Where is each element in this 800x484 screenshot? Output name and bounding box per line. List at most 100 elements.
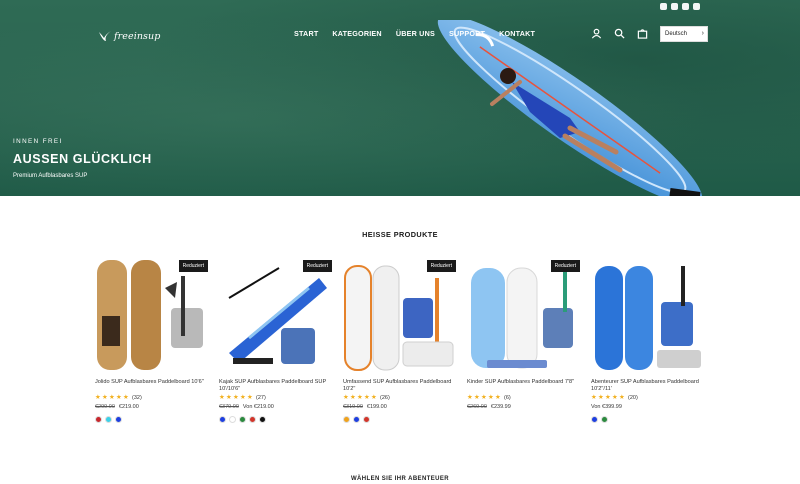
color-swatch-orange[interactable] (343, 416, 350, 423)
star-icon: ★ (371, 394, 377, 401)
nav-start[interactable]: START (294, 29, 318, 38)
nav-support[interactable]: SUPPORT (449, 29, 485, 38)
hero-subtitle: Premium Aufblasbares SUP (13, 173, 88, 179)
hero-paddleboard-image (437, 20, 703, 196)
product-thumbnail (595, 266, 701, 370)
sale-price: Von €399.99 (591, 404, 622, 410)
site-logo[interactable]: freeinsup (98, 29, 160, 43)
product-card[interactable]: Reduziert Kajak SUP Aufblasbares Paddelb… (219, 258, 334, 423)
product-card[interactable]: Reduziert Jolido SUP Aufblasbares Paddel… (95, 258, 210, 423)
hero-copy: INNEN FREI AUSSEN GLÜCKLICH Premium Aufb… (13, 138, 152, 179)
star-icon: ★ (226, 394, 232, 401)
sale-badge: Reduziert (550, 260, 580, 272)
color-swatches (343, 416, 458, 423)
star-icon: ★ (116, 394, 122, 401)
color-swatch-white[interactable] (229, 416, 236, 423)
account-icon[interactable] (591, 28, 602, 39)
rating-count: (6) (504, 395, 511, 401)
product-name[interactable]: Kinder SUP Aufblasbares Paddelboard 7'8" (467, 379, 582, 393)
logo-text: freeinsup (114, 30, 161, 42)
color-swatches (95, 416, 210, 423)
rating-count: (26) (380, 395, 390, 401)
product-rating: ★ ★ ★ ★ ★ (26) (343, 394, 458, 401)
sale-price: Von €219.00 (242, 404, 274, 410)
product-image[interactable]: Reduziert (467, 258, 582, 373)
old-price: €299.00 (95, 404, 115, 410)
logo-wave-icon (99, 31, 111, 41)
star-icon: ★ (474, 394, 480, 401)
star-icon: ★ (364, 394, 370, 401)
star-icon: ★ (619, 394, 625, 401)
product-grid: Reduziert Jolido SUP Aufblasbares Paddel… (95, 258, 706, 423)
language-selector[interactable]: Deutsch › (660, 26, 708, 42)
rating-count: (27) (256, 395, 266, 401)
sale-badge: Reduziert (178, 260, 208, 272)
product-card[interactable]: Reduziert Kinder SUP Aufblasbares Paddel… (467, 258, 582, 423)
color-swatch-red[interactable] (249, 416, 256, 423)
hero-banner: freeinsup START KATEGORIEN ÜBER UNS SUPP… (0, 0, 800, 196)
pinterest-icon[interactable] (693, 3, 700, 10)
star-icon: ★ (95, 394, 101, 401)
product-name[interactable]: Kajak SUP Aufblasbares Paddelboard SUP 1… (219, 379, 334, 393)
product-name[interactable]: Abenteurer SUP Aufblasbares Paddelboard … (591, 379, 706, 393)
color-swatch-blue[interactable] (591, 416, 598, 423)
product-rating: ★ ★ ★ ★ ★ (6) (467, 394, 582, 401)
star-icon: ★ (357, 394, 363, 401)
star-icon: ★ (598, 394, 604, 401)
product-name[interactable]: Jolido SUP Aufblasbares Paddelboard 10'6… (95, 379, 210, 393)
youtube-icon[interactable] (682, 3, 689, 10)
product-card[interactable]: Abenteurer SUP Aufblasbares Paddelboard … (591, 258, 706, 423)
product-name[interactable]: Umfassend SUP Aufblasbares Paddelboard 1… (343, 379, 458, 393)
cart-icon[interactable] (637, 28, 648, 39)
old-price: €269.00 (467, 404, 487, 410)
color-swatch-blue[interactable] (115, 416, 122, 423)
color-swatch-blue[interactable] (353, 416, 360, 423)
header-icons (591, 28, 648, 39)
star-icon: ★ (467, 394, 473, 401)
section-title-choose-adventure: WÄHLEN SIE IHR ABENTEUER (350, 476, 450, 482)
section-title-hot-products: HEISSE PRODUKTE (362, 230, 438, 239)
product-thumbnail (344, 265, 454, 371)
star-icon: ★ (343, 394, 349, 401)
product-thumbnail (228, 267, 327, 364)
color-swatch-blue[interactable] (219, 416, 226, 423)
rating-count: (20) (628, 395, 638, 401)
color-swatch-cyan[interactable] (105, 416, 112, 423)
product-price: €319.00 €199.00 (343, 404, 458, 410)
product-rating: ★ ★ ★ ★ ★ (27) (219, 394, 334, 401)
product-thumbnail (471, 266, 573, 369)
chevron-right-icon: › (701, 30, 704, 37)
sale-price: €219.00 (118, 404, 139, 410)
hero-headline: AUSSEN GLÜCKLICH (13, 152, 152, 166)
color-swatch-red[interactable] (363, 416, 370, 423)
color-swatch-green[interactable] (239, 416, 246, 423)
language-label: Deutsch (665, 31, 688, 37)
search-icon[interactable] (614, 28, 625, 39)
rating-count: (32) (132, 395, 142, 401)
sale-price: €199.00 (366, 404, 387, 410)
star-icon: ★ (350, 394, 356, 401)
product-price: €299.00 €219.00 (95, 404, 210, 410)
instagram-icon[interactable] (660, 3, 667, 10)
star-icon: ★ (591, 394, 597, 401)
color-swatch-red[interactable] (95, 416, 102, 423)
old-price: €319.00 (343, 404, 363, 410)
color-swatch-green[interactable] (601, 416, 608, 423)
star-icon: ★ (109, 394, 115, 401)
product-price: €379.00 Von €219.00 (219, 404, 334, 410)
product-image[interactable]: Reduziert (219, 258, 334, 373)
nav-kategorien[interactable]: KATEGORIEN (332, 29, 381, 38)
product-image[interactable]: Reduziert (95, 258, 210, 373)
star-icon: ★ (612, 394, 618, 401)
color-swatches (219, 416, 334, 423)
product-rating: ★ ★ ★ ★ ★ (20) (591, 394, 706, 401)
star-icon: ★ (247, 394, 253, 401)
product-card[interactable]: Reduziert Umfassend SUP Aufblasbares Pad… (343, 258, 458, 423)
color-swatch-black[interactable] (259, 416, 266, 423)
nav-kontakt[interactable]: KONTAKT (499, 29, 535, 38)
product-image[interactable] (591, 258, 706, 373)
nav-ueber-uns[interactable]: ÜBER UNS (396, 29, 435, 38)
facebook-icon[interactable] (671, 3, 678, 10)
color-swatches (591, 416, 706, 423)
product-image[interactable]: Reduziert (343, 258, 458, 373)
